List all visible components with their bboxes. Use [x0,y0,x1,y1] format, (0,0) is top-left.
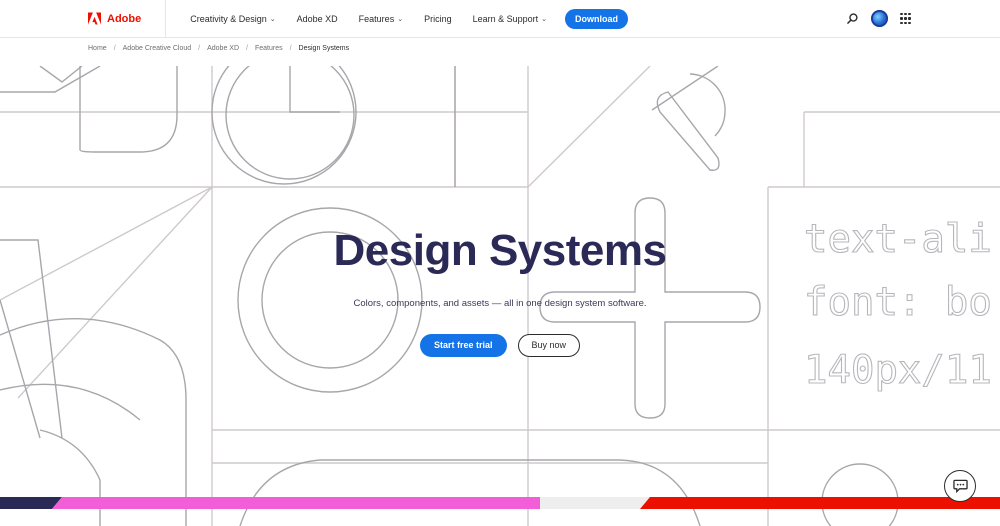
nav-link-label: Creativity & Design [190,13,267,24]
nav-link-label: Learn & Support [472,13,539,24]
apps-grid-icon[interactable] [900,12,912,25]
breadcrumb-home[interactable]: Home [88,45,107,52]
start-free-trial-button[interactable]: Start free trial [419,334,507,357]
chevron-down-icon: ⌄ [269,15,276,23]
hero-cta-row: Start free trial Buy now [0,334,1000,357]
breadcrumb-creative-cloud[interactable]: Adobe Creative Cloud [123,45,192,52]
nav-utilities [844,10,912,27]
buy-now-button[interactable]: Buy now [517,334,581,357]
breadcrumb-current: Design Systems [298,45,350,52]
breadcrumb-separator: / [246,45,248,52]
search-icon [846,13,858,24]
hero-background-illustration: text-ali font: bo 140px/11 [0,66,1000,526]
chat-icon [952,479,968,493]
hero-subtitle: Colors, components, and assets — all in … [353,298,647,309]
nav-adobe-xd[interactable]: Adobe XD [297,14,338,24]
nav-learn-support[interactable]: Learn & Support ⌄ [473,14,547,24]
page-title: Design Systems [333,226,667,275]
nav-pricing[interactable]: Pricing [424,14,452,24]
adobe-logo-icon [88,12,101,25]
avatar[interactable] [871,10,888,27]
breadcrumb-features[interactable]: Features [255,45,283,52]
decorative-color-band [0,497,1000,509]
nav-link-label: Pricing [424,13,452,24]
breadcrumb: Home / Adobe Creative Cloud / Adobe XD /… [88,45,349,52]
search-button[interactable] [844,11,860,27]
nav-link-label: Features [358,13,395,24]
chevron-down-icon: ⌄ [541,15,548,23]
chat-button[interactable] [944,470,976,502]
breadcrumb-separator: / [198,45,201,52]
nav-creativity-design[interactable]: Creativity & Design ⌄ [190,14,275,24]
nav-link-label: Adobe XD [296,13,338,24]
breadcrumb-separator: / [289,45,292,52]
breadcrumb-separator: / [113,45,116,52]
nav-features[interactable]: Features ⌄ [359,14,403,24]
adobe-brand-link[interactable]: Adobe [0,0,167,38]
global-nav: Adobe Creativity & Design ⌄ Adobe XD Fea… [0,0,1000,38]
breadcrumb-adobe-xd[interactable]: Adobe XD [207,45,239,52]
chevron-down-icon: ⌄ [397,15,404,23]
hero-section: text-ali font: bo 140px/11 Design System… [0,66,1000,526]
brand-name: Adobe [107,12,142,25]
download-button[interactable]: Download [565,8,629,29]
